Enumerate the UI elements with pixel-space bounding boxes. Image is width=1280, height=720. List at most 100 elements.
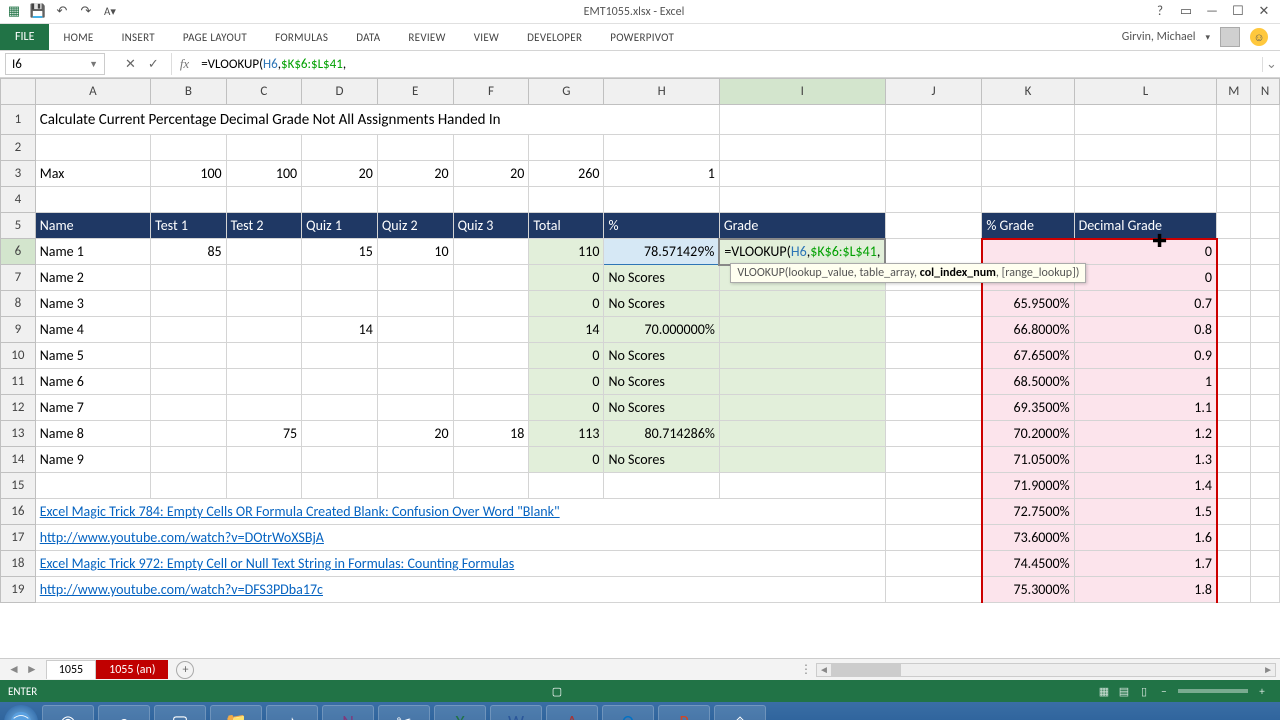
cell[interactable]: 1.2 — [1074, 421, 1217, 447]
cell[interactable]: Name 2 — [35, 265, 150, 291]
cell[interactable]: Quiz 2 — [377, 213, 453, 239]
cell[interactable]: 0.8 — [1074, 317, 1217, 343]
row-header[interactable]: 8 — [1, 291, 36, 317]
cell[interactable] — [226, 369, 302, 395]
cell[interactable]: 20 — [377, 421, 453, 447]
cell[interactable]: 15 — [302, 239, 378, 265]
close-icon[interactable]: ✕ — [1256, 4, 1272, 20]
expand-formula-bar-icon[interactable]: ⌄ — [1262, 57, 1280, 72]
cell[interactable] — [1251, 187, 1280, 213]
row-header[interactable]: 19 — [1, 577, 36, 603]
explorer-icon[interactable]: 📁 — [210, 705, 262, 720]
col-header[interactable]: M — [1217, 79, 1251, 105]
cell[interactable]: 20 — [453, 161, 529, 187]
save-icon[interactable]: 💾 — [30, 4, 46, 20]
normal-view-icon[interactable]: ▦ — [1094, 685, 1114, 698]
link-cell[interactable]: http://www.youtube.com/watch?v=DOtrWoXSB… — [35, 525, 885, 551]
cell[interactable]: No Scores — [604, 343, 719, 369]
cell[interactable]: Quiz 1 — [302, 213, 378, 239]
ie-icon[interactable]: e — [98, 705, 150, 720]
cell[interactable] — [982, 187, 1074, 213]
cell[interactable]: 0 — [529, 369, 604, 395]
powerpoint-icon[interactable]: P — [658, 705, 710, 720]
cell[interactable] — [377, 317, 453, 343]
cell[interactable] — [719, 291, 885, 317]
row-header[interactable]: 10 — [1, 343, 36, 369]
cell[interactable]: Test 2 — [226, 213, 302, 239]
cell[interactable]: 0 — [529, 447, 604, 473]
tab-powerpivot[interactable]: POWERPIVOT — [596, 24, 688, 50]
formula-input[interactable]: =VLOOKUP(H6,$K$6:$L$41, — [197, 57, 1262, 72]
user-area[interactable]: Girvin, Michael ▾ ☺ — [1110, 24, 1280, 50]
active-cell[interactable]: =VLOOKUP(H6,$K$6:$L$41, VLOOKUP(lookup_v… — [719, 239, 885, 265]
cell[interactable]: 66.8000% — [982, 317, 1074, 343]
cell[interactable] — [1074, 135, 1217, 161]
cell[interactable]: 75 — [226, 421, 302, 447]
minimize-icon[interactable]: — — [1204, 4, 1220, 20]
cell[interactable] — [151, 317, 227, 343]
cell[interactable] — [151, 369, 227, 395]
cell[interactable]: 73.6000% — [982, 525, 1074, 551]
cell[interactable] — [226, 317, 302, 343]
cell[interactable] — [719, 395, 885, 421]
cell[interactable]: 14 — [529, 317, 604, 343]
cell[interactable] — [719, 447, 885, 473]
cell[interactable] — [151, 447, 227, 473]
cell[interactable]: 70.000000% — [604, 317, 719, 343]
row-header[interactable]: 5 — [1, 213, 36, 239]
cell[interactable] — [377, 291, 453, 317]
cell[interactable]: Quiz 3 — [453, 213, 529, 239]
cell[interactable] — [302, 369, 378, 395]
cell[interactable]: 1.5 — [1074, 499, 1217, 525]
cell[interactable]: Name 7 — [35, 395, 150, 421]
link-cell[interactable]: Excel Magic Trick 972: Empty Cell or Nul… — [35, 551, 885, 577]
enter-icon[interactable]: ✓ — [148, 57, 159, 72]
ribbon-options-icon[interactable]: ▭ — [1178, 4, 1194, 20]
row-header[interactable]: 16 — [1, 499, 36, 525]
col-header[interactable]: L — [1074, 79, 1217, 105]
cell[interactable] — [226, 239, 302, 265]
cell[interactable] — [226, 135, 302, 161]
cell[interactable] — [151, 421, 227, 447]
cell[interactable] — [302, 291, 378, 317]
cell[interactable]: 0 — [529, 343, 604, 369]
col-header[interactable]: D — [302, 79, 378, 105]
cell[interactable] — [604, 135, 719, 161]
cell[interactable]: 71.9000% — [982, 473, 1074, 499]
cell[interactable]: 260 — [529, 161, 604, 187]
cell[interactable] — [1074, 187, 1217, 213]
spreadsheet-grid[interactable]: A B C D E F G H I J K L M N 1Calculate C… — [0, 78, 1280, 658]
cell[interactable] — [226, 265, 302, 291]
onenote-icon[interactable]: N — [322, 705, 374, 720]
cell[interactable] — [604, 187, 719, 213]
chevron-down-icon[interactable]: ▼ — [89, 59, 98, 70]
cell[interactable] — [226, 291, 302, 317]
cell[interactable] — [226, 343, 302, 369]
cell[interactable] — [151, 395, 227, 421]
touch-mode-icon[interactable]: A▾ — [102, 4, 118, 20]
cell[interactable]: Calculate Current Percentage Decimal Gra… — [35, 105, 719, 135]
cell[interactable] — [885, 187, 982, 213]
cell[interactable]: No Scores — [604, 369, 719, 395]
cell[interactable] — [151, 135, 227, 161]
cell[interactable] — [719, 343, 885, 369]
cell[interactable] — [302, 447, 378, 473]
cell[interactable]: Name — [35, 213, 150, 239]
cell[interactable] — [719, 369, 885, 395]
cell[interactable]: 20 — [377, 161, 453, 187]
cell[interactable] — [302, 265, 378, 291]
link-cell[interactable]: http://www.youtube.com/watch?v=DFS3PDba1… — [35, 577, 885, 603]
macro-record-icon[interactable]: ▢ — [552, 685, 562, 698]
row-header[interactable]: 11 — [1, 369, 36, 395]
cell[interactable] — [377, 265, 453, 291]
cell[interactable]: 1 — [1074, 369, 1217, 395]
col-header[interactable]: B — [151, 79, 227, 105]
row-header[interactable]: 18 — [1, 551, 36, 577]
cell[interactable]: 68.5000% — [982, 369, 1074, 395]
col-header[interactable]: E — [377, 79, 453, 105]
cell[interactable] — [982, 239, 1074, 265]
cell[interactable]: 67.6500% — [982, 343, 1074, 369]
cell[interactable]: 74.4500% — [982, 551, 1074, 577]
cell[interactable] — [719, 187, 885, 213]
cell[interactable] — [453, 395, 529, 421]
